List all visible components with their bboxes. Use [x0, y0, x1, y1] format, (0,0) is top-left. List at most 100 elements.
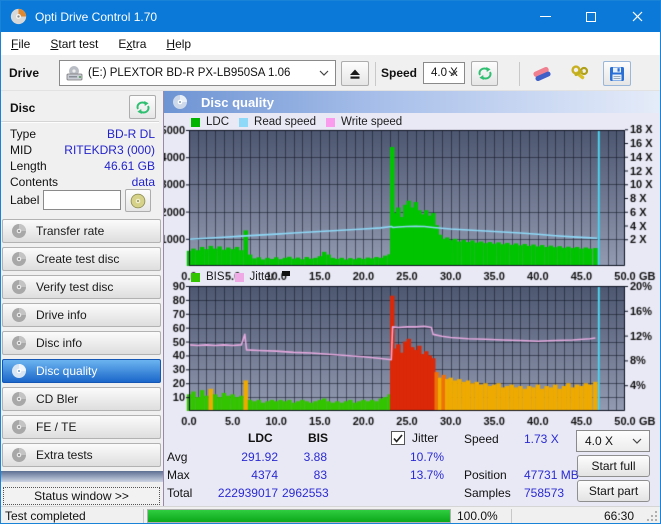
speed-stat-value: 1.73 X — [524, 432, 559, 446]
start-full-button[interactable]: Start full — [577, 455, 650, 477]
disc-contents-value: data — [131, 175, 155, 189]
legend-read-speed: Read speed — [254, 116, 317, 128]
jitter-checkbox[interactable] — [391, 431, 405, 445]
disc-label-label: Label — [10, 193, 40, 207]
maximize-icon — [586, 11, 596, 22]
sidebar-item-label: Drive info — [36, 308, 87, 322]
total-bis: 2962553 — [282, 486, 329, 500]
samples-label: Samples — [464, 486, 511, 500]
menu-file[interactable]: File — [1, 34, 40, 54]
close-button[interactable] — [614, 1, 660, 32]
eraser-icon — [533, 66, 551, 82]
progress-fill — [148, 510, 450, 522]
drive-value: (E:) PLEXTOR BD-R PX-LB950SA 1.06 — [88, 67, 291, 79]
disc-type-label: Type — [10, 127, 37, 141]
disc-quality-icon — [173, 95, 187, 109]
legend-jitter: Jitter — [249, 271, 275, 283]
drive-select[interactable]: (E:) PLEXTOR BD-R PX-LB950SA 1.06 — [59, 60, 336, 86]
resize-grip[interactable] — [646, 510, 658, 522]
refresh-speed-button[interactable] — [471, 61, 498, 86]
chevron-down-icon — [448, 70, 458, 76]
jitter-swatch — [234, 272, 244, 282]
disc-quality-icon — [12, 364, 26, 378]
position-label: Position — [464, 468, 507, 482]
verify-test-disc-icon — [12, 280, 26, 294]
drive-label: Drive — [9, 66, 40, 80]
sidebar-item-disc-info[interactable]: Disc info — [2, 331, 161, 355]
bis-jitter-chart — [164, 277, 660, 429]
disc-quality-header: Disc quality — [164, 91, 660, 113]
position-value: 47731 MB — [524, 468, 579, 482]
avg-jitter: 10.7% — [409, 450, 444, 464]
check-icon — [393, 433, 403, 443]
stats-col-ldc: LDC — [248, 431, 273, 445]
avg-ldc: 291.92 — [241, 450, 278, 464]
bis-swatch — [191, 272, 200, 282]
maximize-button[interactable] — [568, 1, 614, 32]
status-window-button[interactable]: Status window >> — [3, 487, 160, 505]
disc-length-value: 46.61 GB — [104, 159, 155, 173]
close-icon — [632, 11, 642, 22]
status-bar: Test completed 100.0% 66:30 — [1, 506, 660, 523]
total-ldc: 222939017 — [217, 486, 278, 500]
sidebar-item-transfer-rate[interactable]: Transfer rate — [2, 219, 161, 243]
layer-break-marker — [282, 270, 291, 276]
sidebar-item-label: FE / TE — [36, 420, 77, 434]
legend-ldc: LDC — [206, 116, 230, 128]
sidebar-item-verify-test-disc[interactable]: Verify test disc — [2, 275, 161, 299]
legend-bis: BIS — [206, 271, 225, 283]
menu-extra[interactable]: Extra — [108, 34, 156, 54]
quality-speed-select[interactable]: 4.0 X — [576, 430, 650, 452]
sidebar-item-label: Disc quality — [36, 364, 98, 378]
disc-icon — [130, 193, 146, 208]
create-test-disc-icon — [12, 252, 26, 266]
total-label: Total — [167, 486, 193, 500]
sidebar-item-cd-bler[interactable]: CD Bler — [2, 387, 161, 411]
divider — [1, 121, 159, 123]
start-part-button[interactable]: Start part — [577, 480, 650, 502]
sidebar-item-label: Create test disc — [36, 252, 120, 266]
sidebar-item-label: Disc info — [36, 336, 83, 350]
erase-disc-button[interactable] — [528, 61, 556, 87]
cd-bler-icon — [12, 392, 26, 406]
minimize-button[interactable] — [522, 1, 568, 32]
ldc-read-speed-chart — [164, 121, 660, 283]
toolbar-separator — [375, 62, 376, 86]
samples-value: 758573 — [524, 486, 565, 500]
write-label-button[interactable] — [125, 189, 151, 212]
sidebar-item-disc-quality[interactable]: Disc quality — [2, 359, 161, 383]
disc-panel-title: Disc — [10, 101, 36, 115]
progress-bar — [147, 509, 451, 523]
avg-bis: 3.88 — [303, 450, 327, 464]
sidebar-item-fe-te[interactable]: FE / TE — [2, 415, 161, 439]
divider — [143, 509, 144, 523]
toolbar-separator — [519, 62, 520, 86]
sidebar-item-create-test-disc[interactable]: Create test disc — [2, 247, 161, 271]
title-bar: Opti Drive Control 1.70 — [1, 1, 660, 32]
stats-col-bis: BIS — [308, 431, 329, 445]
tools-button[interactable] — [566, 61, 594, 87]
save-button[interactable] — [603, 61, 631, 86]
refresh-icon — [478, 67, 491, 80]
disc-mid-label: MID — [10, 143, 32, 157]
disc-info-icon — [12, 336, 26, 350]
eject-icon — [350, 69, 360, 79]
disc-panel-header: Disc — [1, 94, 163, 122]
app-window: Opti Drive Control 1.70 File Start test … — [0, 0, 661, 524]
write-speed-swatch — [326, 117, 336, 127]
sidebar-item-label: Verify test disc — [36, 280, 114, 294]
transfer-rate-icon — [12, 224, 26, 238]
avg-label: Avg — [167, 450, 188, 464]
save-icon — [610, 66, 624, 81]
sidebar-item-extra-tests[interactable]: Extra tests — [2, 443, 161, 467]
speed-select[interactable]: 4.0 X — [423, 62, 465, 84]
sidebar-item-drive-info[interactable]: Drive info — [2, 303, 161, 327]
eject-button[interactable] — [341, 61, 369, 86]
menu-help[interactable]: Help — [156, 34, 201, 54]
refresh-disc-button[interactable] — [129, 95, 156, 119]
disc-length-label: Length — [10, 159, 47, 173]
window-title: Opti Drive Control 1.70 — [35, 9, 158, 24]
max-bis: 83 — [313, 468, 327, 482]
label-input[interactable] — [43, 190, 121, 210]
menu-start-test[interactable]: Start test — [40, 34, 108, 54]
